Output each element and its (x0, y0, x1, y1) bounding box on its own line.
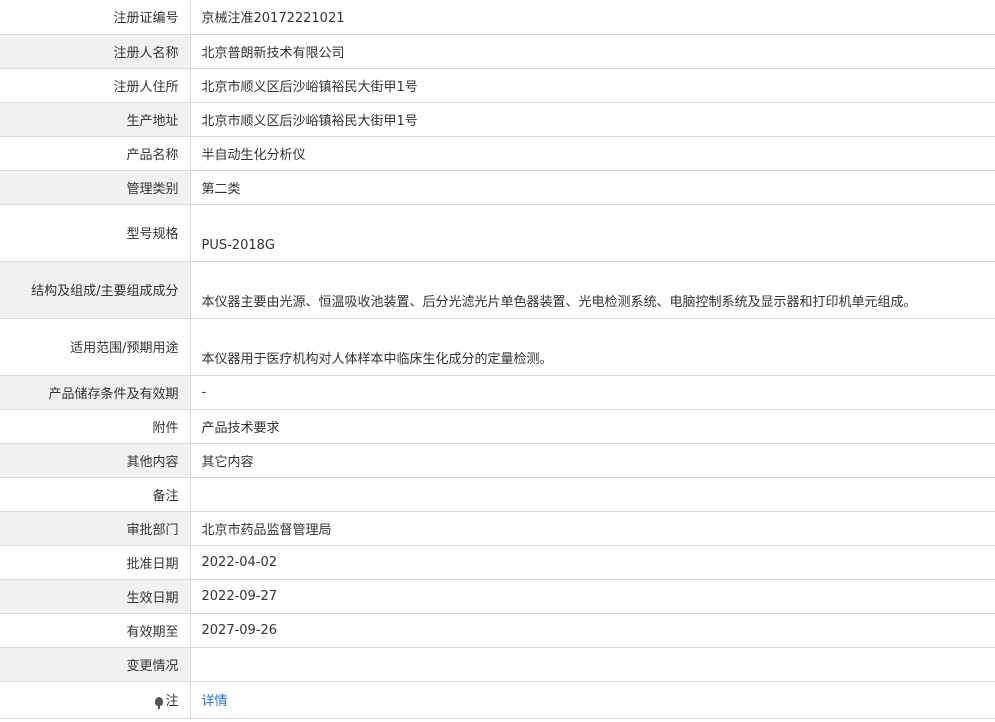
field-label: 备注 (0, 477, 191, 512)
row-management-category: 管理类别 第二类 (0, 170, 995, 205)
row-approval-department: 审批部门 北京市药品监督管理局 (0, 511, 995, 546)
row-registration-number: 注册证编号 京械注准20172221021 (0, 0, 995, 35)
field-label: 产品名称 (0, 136, 191, 171)
row-other-content: 其他内容 其它内容 (0, 443, 995, 478)
field-label: 适用范围/预期用途 (0, 318, 191, 376)
field-label: 变更情况 (0, 647, 191, 682)
field-value: 北京市顺义区后沙峪镇裕民大街甲1号 (190, 102, 995, 137)
row-effective-date: 生效日期 2022-09-27 (0, 579, 995, 614)
row-structure-composition: 结构及组成/主要组成成分 本仪器主要由光源、恒温吸收池装置、后分光滤光片单色器装… (0, 261, 995, 319)
field-value: 详情 (190, 681, 995, 719)
field-label: 注册人名称 (0, 34, 191, 69)
field-label: 附件 (0, 409, 191, 444)
row-production-address: 生产地址 北京市顺义区后沙峪镇裕民大街甲1号 (0, 102, 995, 137)
row-product-name: 产品名称 半自动生化分析仪 (0, 136, 995, 171)
field-value: 本仪器用于医疗机构对人体样本中临床生化成分的定量检测。 (190, 318, 995, 376)
field-label: 生效日期 (0, 579, 191, 614)
row-approval-date: 批准日期 2022-04-02 (0, 545, 995, 580)
field-value: 京械注准20172221021 (190, 0, 995, 35)
field-value: 北京普朗新技术有限公司 (190, 34, 995, 69)
field-value (190, 477, 995, 512)
field-value: 北京市顺义区后沙峪镇裕民大街甲1号 (190, 68, 995, 103)
field-value: 产品技术要求 (190, 409, 995, 444)
field-value: 2022-09-27 (190, 579, 995, 614)
row-attachment: 附件 产品技术要求 (0, 409, 995, 444)
row-change-status: 变更情况 (0, 647, 995, 682)
details-link[interactable]: 详情 (202, 694, 228, 709)
row-model-spec: 型号规格 PUS-2018G (0, 204, 995, 262)
field-value: 本仪器主要由光源、恒温吸收池装置、后分光滤光片单色器装置、光电检测系统、电脑控制… (190, 261, 995, 319)
field-value: 半自动生化分析仪 (190, 136, 995, 171)
field-label: 产品储存条件及有效期 (0, 375, 191, 410)
field-label: 其他内容 (0, 443, 191, 478)
field-value: 2022-04-02 (190, 545, 995, 580)
field-value: PUS-2018G (190, 204, 995, 262)
field-value: 其它内容 (190, 443, 995, 478)
note-label: 注 (165, 694, 179, 709)
field-label: 审批部门 (0, 511, 191, 546)
field-label: 注册证编号 (0, 0, 191, 35)
row-registrant-name: 注册人名称 北京普朗新技术有限公司 (0, 34, 995, 69)
field-label: 有效期至 (0, 613, 191, 648)
field-value: - (190, 375, 995, 410)
field-label: 结构及组成/主要组成成分 (0, 261, 191, 319)
row-registrant-address: 注册人住所 北京市顺义区后沙峪镇裕民大街甲1号 (0, 68, 995, 103)
row-note: 注 详情 (0, 681, 995, 719)
row-storage-conditions: 产品储存条件及有效期 - (0, 375, 995, 410)
row-remarks: 备注 (0, 477, 995, 512)
field-label: 批准日期 (0, 545, 191, 580)
field-label: 管理类别 (0, 170, 191, 205)
registration-record-table: 注册证编号 京械注准20172221021 注册人名称 北京普朗新技术有限公司 … (0, 0, 995, 719)
field-value (190, 647, 995, 682)
field-value: 2027-09-26 (190, 613, 995, 648)
row-intended-use: 适用范围/预期用途 本仪器用于医疗机构对人体样本中临床生化成分的定量检测。 (0, 318, 995, 376)
field-label: 型号规格 (0, 204, 191, 262)
lightbulb-icon (155, 697, 164, 709)
field-value: 第二类 (190, 170, 995, 205)
field-label: 注 (0, 681, 191, 719)
field-label: 注册人住所 (0, 68, 191, 103)
row-valid-until: 有效期至 2027-09-26 (0, 613, 995, 648)
field-value: 北京市药品监督管理局 (190, 511, 995, 546)
field-label: 生产地址 (0, 102, 191, 137)
